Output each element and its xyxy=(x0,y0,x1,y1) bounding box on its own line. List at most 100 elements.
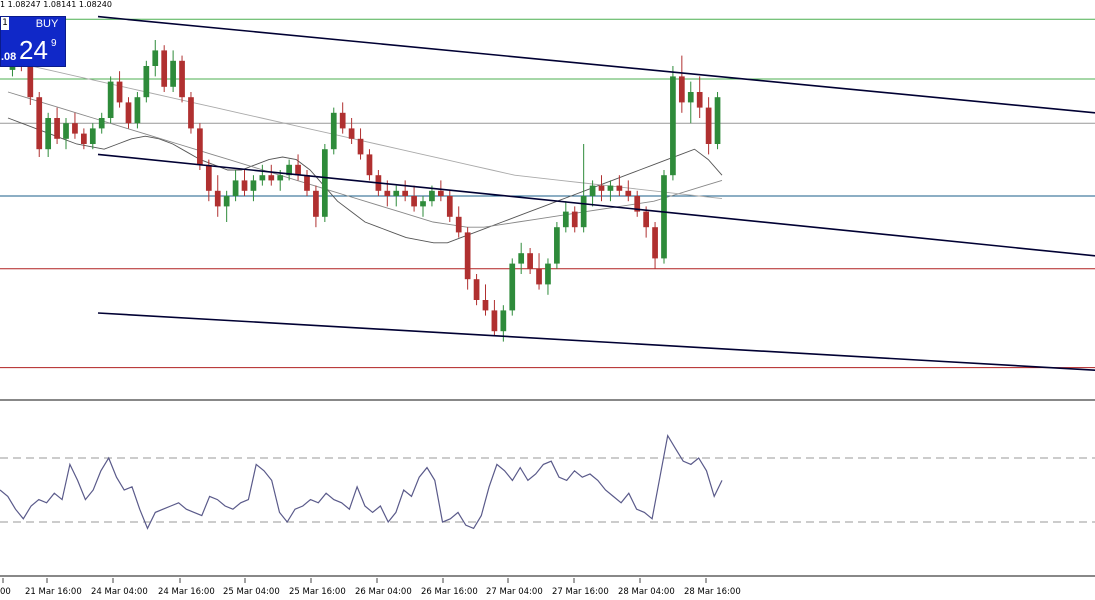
x-tick-label-4: 25 Mar 04:00 xyxy=(223,587,280,597)
candle-body-75 xyxy=(678,76,685,103)
candle-body-64 xyxy=(580,196,587,228)
candle-body-42 xyxy=(384,190,391,196)
candle-body-3 xyxy=(36,97,43,150)
candle-body-52 xyxy=(473,279,480,300)
trendline-1 xyxy=(97,153,1095,257)
candle-body-73 xyxy=(661,175,667,259)
chart-canvas: 00 21 Mar 16:00 24 Mar 04:00 24 Mar 16:00 25… xyxy=(0,15,1095,597)
candle-body-76 xyxy=(687,92,694,103)
candle-body-12 xyxy=(116,81,123,103)
rsi-panel xyxy=(0,433,1095,530)
x-tick-label-6: 26 Mar 04:00 xyxy=(355,587,412,597)
x-tick-label-8: 27 Mar 04:00 xyxy=(486,587,543,597)
moving-average-0 xyxy=(7,117,723,244)
candle-body-18 xyxy=(170,60,176,87)
candle-body-53 xyxy=(482,300,489,311)
x-tick-label-9: 27 Mar 16:00 xyxy=(552,587,609,597)
candle-body-39 xyxy=(357,138,364,155)
candle-body-77 xyxy=(696,92,703,108)
ohlc-readout: 1 1.08247 1.08141 1.08240 xyxy=(0,0,112,9)
candle-body-40 xyxy=(366,154,373,176)
x-tick-label-0: 00 xyxy=(0,587,11,597)
candle-body-78 xyxy=(705,107,712,144)
candle-body-72 xyxy=(652,227,658,259)
candle-body-55 xyxy=(500,310,507,332)
candle-body-54 xyxy=(491,310,498,332)
candle-body-62 xyxy=(562,211,569,228)
candle-body-7 xyxy=(72,123,78,134)
buy-price-pip: 9 xyxy=(51,38,57,49)
candle-body-13 xyxy=(125,102,132,124)
candle-body-19 xyxy=(179,60,185,98)
x-tick-label-10: 28 Mar 04:00 xyxy=(618,587,675,597)
candle-body-38 xyxy=(348,128,355,139)
time-axis: 00 21 Mar 16:00 24 Mar 04:00 24 Mar 16:00 25… xyxy=(0,578,741,597)
candle-body-6 xyxy=(63,123,69,139)
candle-body-10 xyxy=(98,118,105,129)
x-tick-label-1: 21 Mar 16:00 xyxy=(25,587,82,597)
buy-price-main: 24 xyxy=(19,35,48,65)
candle-body-63 xyxy=(571,211,578,228)
candle-body-14 xyxy=(134,97,141,124)
x-tick-label-3: 24 Mar 16:00 xyxy=(158,587,215,597)
candle-body-20 xyxy=(188,97,194,129)
one-click-trade-panel[interactable]: 1 BUY .08 24 9 xyxy=(0,16,66,67)
candle-body-32 xyxy=(295,164,301,176)
candle-body-71 xyxy=(643,211,649,228)
candle-body-46 xyxy=(420,201,426,207)
candle-body-4 xyxy=(45,118,52,150)
candle-body-59 xyxy=(536,268,542,285)
candle-body-45 xyxy=(411,196,417,207)
candle-body-47 xyxy=(429,190,435,202)
candle-body-26 xyxy=(241,180,248,191)
candle-body-69 xyxy=(625,190,632,196)
candle-body-5 xyxy=(54,118,60,139)
candle-body-11 xyxy=(107,81,114,118)
candle-body-2 xyxy=(27,66,34,98)
x-tick-label-5: 25 Mar 16:00 xyxy=(289,587,346,597)
candle-body-50 xyxy=(455,216,462,233)
candle-body-29 xyxy=(268,175,275,181)
candle-body-25 xyxy=(232,180,239,196)
x-tick-label-2: 24 Mar 04:00 xyxy=(91,587,148,597)
candle-body-36 xyxy=(330,112,337,150)
candle-body-8 xyxy=(81,133,87,144)
candle-body-9 xyxy=(89,128,96,144)
x-tick-label-11: 28 Mar 16:00 xyxy=(684,587,741,597)
candle-body-51 xyxy=(464,232,471,280)
price-panel xyxy=(0,15,1095,371)
candle-body-34 xyxy=(313,190,319,217)
candle-body-74 xyxy=(670,76,676,176)
x-tick-label-7: 26 Mar 16:00 xyxy=(421,587,478,597)
candle-body-61 xyxy=(554,227,560,264)
candle-body-68 xyxy=(616,185,623,191)
rsi-line xyxy=(0,433,723,530)
candle-body-67 xyxy=(607,185,614,191)
candle-body-66 xyxy=(598,185,605,191)
candle-body-48 xyxy=(438,190,444,196)
candle-body-30 xyxy=(277,175,284,181)
trade-panel-toggle[interactable]: 1 xyxy=(1,17,9,30)
candle-body-44 xyxy=(402,190,409,196)
candle-body-15 xyxy=(143,66,150,98)
candle-body-33 xyxy=(304,175,310,191)
moving-average-2 xyxy=(7,60,723,200)
candle-body-17 xyxy=(161,50,168,87)
buy-button[interactable]: BUY xyxy=(27,18,67,30)
candle-body-37 xyxy=(339,112,346,129)
candle-body-21 xyxy=(197,128,203,165)
candle-body-23 xyxy=(214,190,221,207)
candle-body-28 xyxy=(259,175,266,181)
candle-body-58 xyxy=(527,253,533,269)
candle-body-24 xyxy=(223,196,230,207)
candle-body-60 xyxy=(545,263,551,285)
candle-body-57 xyxy=(518,253,525,264)
candle-body-49 xyxy=(446,196,453,217)
candle-body-43 xyxy=(393,190,400,196)
candle-body-65 xyxy=(589,185,596,196)
buy-price-prefix: .08 xyxy=(1,51,17,63)
candle-body-27 xyxy=(250,180,257,191)
candle-body-22 xyxy=(205,164,212,191)
candle-body-79 xyxy=(714,97,721,144)
candle-body-35 xyxy=(321,149,328,217)
